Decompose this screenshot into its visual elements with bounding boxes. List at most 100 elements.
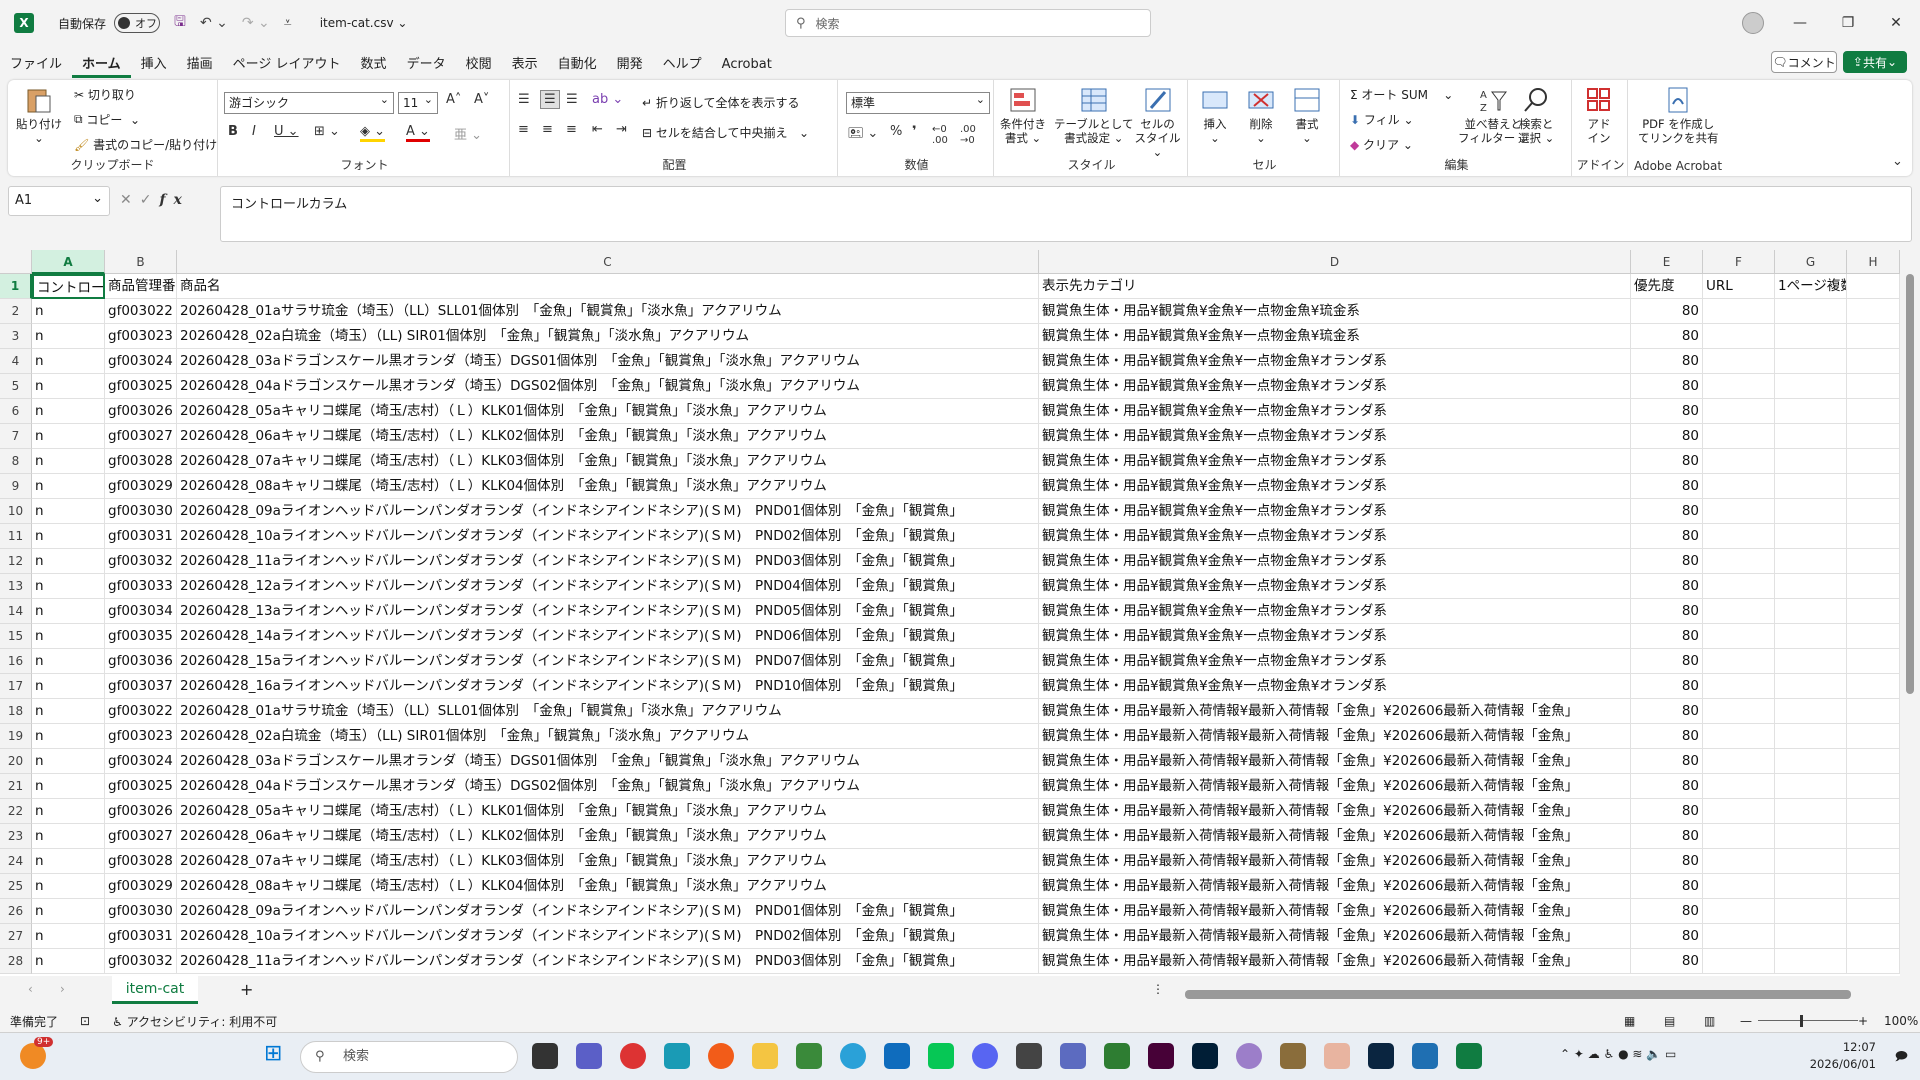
- cut-button[interactable]: ✂ 切り取り: [74, 86, 136, 103]
- cell-c[interactable]: 20260428_13aライオンヘッドバルーンパンダオランダ（インドネシアインド…: [177, 599, 1039, 624]
- cell-h[interactable]: [1847, 324, 1900, 349]
- bold-icon[interactable]: B: [228, 124, 238, 139]
- normal-view-icon[interactable]: ▦: [1624, 1014, 1635, 1028]
- tab-10[interactable]: 開発: [607, 52, 653, 78]
- zoom-slider[interactable]: [1758, 1020, 1858, 1021]
- chrome-icon[interactable]: [620, 1043, 646, 1069]
- cell-h[interactable]: [1847, 449, 1900, 474]
- cell-h[interactable]: [1847, 424, 1900, 449]
- cell-f[interactable]: [1703, 624, 1775, 649]
- cell-e[interactable]: 80: [1631, 824, 1703, 849]
- maximize-button[interactable]: ❐: [1824, 15, 1872, 31]
- cell-e[interactable]: 80: [1631, 474, 1703, 499]
- cell-a[interactable]: n: [32, 924, 105, 949]
- decrease-indent-icon[interactable]: ⇤: [592, 122, 603, 137]
- cell-b[interactable]: gf003028: [105, 849, 177, 874]
- cell-e[interactable]: 80: [1631, 599, 1703, 624]
- cell-c[interactable]: 20260428_10aライオンヘッドバルーンパンダオランダ（インドネシアインド…: [177, 924, 1039, 949]
- cell-f[interactable]: [1703, 949, 1775, 974]
- app-icon-8[interactable]: [1324, 1043, 1350, 1069]
- sheet-tab[interactable]: item-cat: [112, 976, 198, 1004]
- cell-e[interactable]: 80: [1631, 424, 1703, 449]
- cell-d[interactable]: 表示先カテゴリ: [1039, 274, 1631, 299]
- row-header[interactable]: 7: [0, 424, 32, 449]
- increase-indent-icon[interactable]: ⇥: [616, 122, 627, 137]
- cell-b[interactable]: gf003032: [105, 949, 177, 974]
- outlook-icon[interactable]: [884, 1043, 910, 1069]
- cell-f[interactable]: [1703, 574, 1775, 599]
- cell-h[interactable]: [1847, 549, 1900, 574]
- copy-button[interactable]: ⧉ コピー ⌄: [74, 111, 140, 128]
- cell-g[interactable]: [1775, 699, 1847, 724]
- cell-d[interactable]: 観賞魚生体・用品¥最新入荷情報¥最新入荷情報「金魚」¥202606最新入荷情報「…: [1039, 824, 1631, 849]
- underline-icon[interactable]: U ⌄: [274, 124, 299, 139]
- tab-4[interactable]: ページ レイアウト: [223, 52, 351, 78]
- cell-c[interactable]: 20260428_06aキャリコ蝶尾（埼玉/志村）（Ｌ）KLK02個体別 「金魚…: [177, 424, 1039, 449]
- cell-a[interactable]: n: [32, 324, 105, 349]
- cell-d[interactable]: 観賞魚生体・用品¥観賞魚¥金魚¥一点物金魚¥オランダ系: [1039, 624, 1631, 649]
- cell-c[interactable]: 20260428_01aサラサ琉金（埼玉）（LL）SLL01個体別 「金魚」「観…: [177, 299, 1039, 324]
- discord-icon[interactable]: [972, 1043, 998, 1069]
- cell-c[interactable]: 20260428_07aキャリコ蝶尾（埼玉/志村）（Ｌ）KLK03個体別 「金魚…: [177, 449, 1039, 474]
- cell-a[interactable]: n: [32, 949, 105, 974]
- cell-d[interactable]: 観賞魚生体・用品¥観賞魚¥金魚¥一点物金魚¥オランダ系: [1039, 424, 1631, 449]
- cell-d[interactable]: 観賞魚生体・用品¥観賞魚¥金魚¥一点物金魚¥オランダ系: [1039, 674, 1631, 699]
- taskbar-search-input[interactable]: ⚲ 検索: [300, 1041, 518, 1073]
- align-center-icon[interactable]: ≡: [542, 122, 553, 137]
- column-header-F[interactable]: F: [1703, 250, 1775, 274]
- cell-e[interactable]: 80: [1631, 774, 1703, 799]
- cell-h[interactable]: [1847, 624, 1900, 649]
- cell-a[interactable]: n: [32, 849, 105, 874]
- cell-g[interactable]: [1775, 674, 1847, 699]
- redo-icon[interactable]: ↷ ⌄: [242, 15, 270, 31]
- delete-cells-button[interactable]: 削除 ⌄: [1246, 86, 1276, 145]
- cell-c[interactable]: 20260428_12aライオンヘッドバルーンパンダオランダ（インドネシアインド…: [177, 574, 1039, 599]
- fill-color-icon[interactable]: ◈ ⌄: [360, 124, 386, 142]
- row-header[interactable]: 14: [0, 599, 32, 624]
- cell-h[interactable]: [1847, 399, 1900, 424]
- cell-c[interactable]: 20260428_16aライオンヘッドバルーンパンダオランダ（インドネシアインド…: [177, 674, 1039, 699]
- cell-g[interactable]: [1775, 749, 1847, 774]
- row-header[interactable]: 22: [0, 799, 32, 824]
- lightroom-icon[interactable]: [1368, 1043, 1394, 1069]
- increase-font-icon[interactable]: A˄: [446, 92, 461, 107]
- currency-icon[interactable]: 🖭 ⌄: [848, 124, 878, 146]
- cell-f[interactable]: URL: [1703, 274, 1775, 299]
- cell-b[interactable]: gf003035: [105, 624, 177, 649]
- cell-d[interactable]: 観賞魚生体・用品¥最新入荷情報¥最新入荷情報「金魚」¥202606最新入荷情報「…: [1039, 749, 1631, 774]
- cell-g[interactable]: [1775, 649, 1847, 674]
- row-header[interactable]: 8: [0, 449, 32, 474]
- app-icon-2[interactable]: [796, 1043, 822, 1069]
- row-header[interactable]: 26: [0, 899, 32, 924]
- tab-5[interactable]: 数式: [351, 52, 397, 78]
- font-size-select[interactable]: 11: [398, 90, 438, 114]
- cell-a[interactable]: n: [32, 649, 105, 674]
- comment-button[interactable]: 🗨 コメント: [1771, 51, 1837, 73]
- cell-a[interactable]: n: [32, 399, 105, 424]
- increase-decimal-icon[interactable]: ←0.00: [932, 124, 948, 146]
- name-box[interactable]: A1 ⌄: [8, 186, 110, 216]
- cell-f[interactable]: [1703, 299, 1775, 324]
- firefox-icon[interactable]: [708, 1043, 734, 1069]
- decrease-font-icon[interactable]: A˅: [474, 92, 489, 107]
- row-header[interactable]: 4: [0, 349, 32, 374]
- share-button[interactable]: ⇪ 共有 ⌄: [1843, 51, 1907, 73]
- cell-b[interactable]: gf003031: [105, 924, 177, 949]
- row-header[interactable]: 23: [0, 824, 32, 849]
- row-header[interactable]: 2: [0, 299, 32, 324]
- cell-styles-button[interactable]: セルの スタイル ⌄: [1128, 86, 1187, 159]
- cell-f[interactable]: [1703, 849, 1775, 874]
- cell-a[interactable]: コントロールカラム: [32, 274, 105, 299]
- cell-e[interactable]: 80: [1631, 674, 1703, 699]
- cell-h[interactable]: [1847, 499, 1900, 524]
- cell-e[interactable]: 80: [1631, 899, 1703, 924]
- cell-f[interactable]: [1703, 874, 1775, 899]
- cell-f[interactable]: [1703, 524, 1775, 549]
- tab-2[interactable]: 挿入: [131, 52, 177, 78]
- cell-c[interactable]: 20260428_15aライオンヘッドバルーンパンダオランダ（インドネシアインド…: [177, 649, 1039, 674]
- cell-e[interactable]: 80: [1631, 799, 1703, 824]
- row-header[interactable]: 15: [0, 624, 32, 649]
- cell-g[interactable]: [1775, 474, 1847, 499]
- cell-d[interactable]: 観賞魚生体・用品¥観賞魚¥金魚¥一点物金魚¥オランダ系: [1039, 549, 1631, 574]
- cell-f[interactable]: [1703, 424, 1775, 449]
